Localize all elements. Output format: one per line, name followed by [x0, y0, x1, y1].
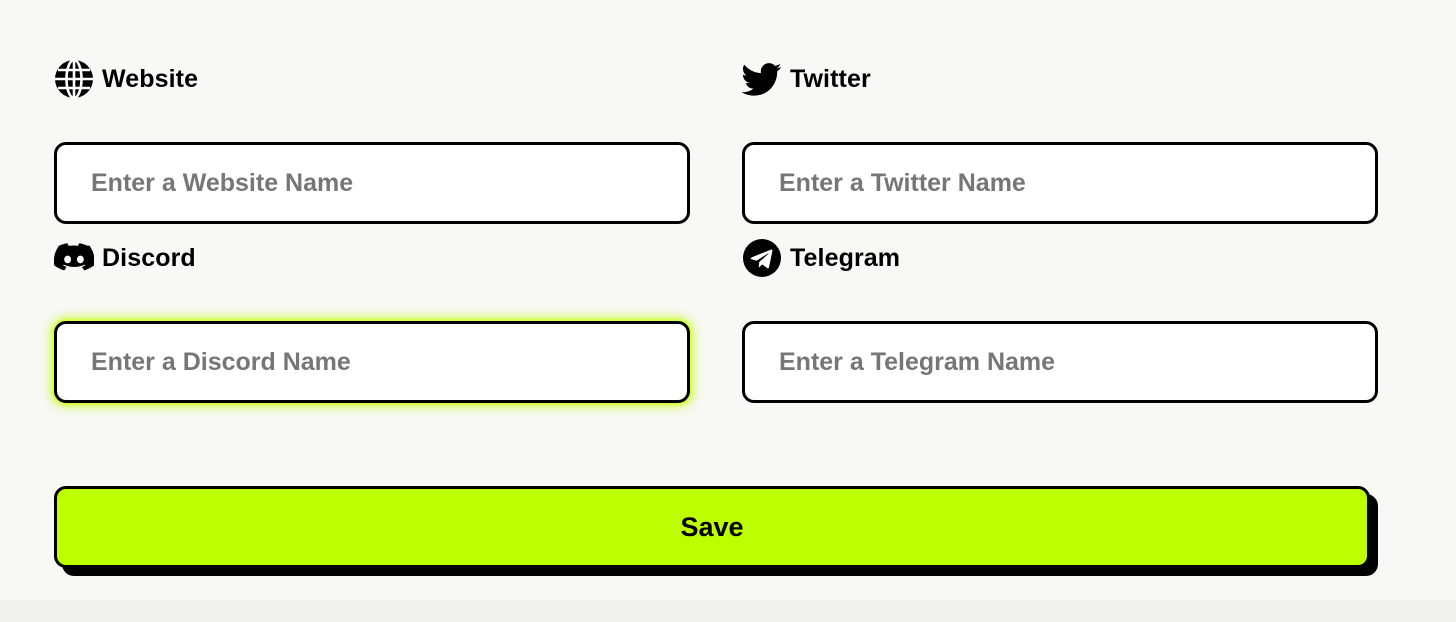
twitter-label: Twitter — [790, 64, 871, 93]
discord-label-row: Discord — [54, 237, 690, 279]
twitter-input-box[interactable] — [742, 142, 1378, 224]
discord-input[interactable] — [57, 324, 687, 400]
discord-field: Discord — [54, 237, 690, 403]
telegram-icon — [742, 238, 782, 278]
discord-input-box[interactable] — [54, 321, 690, 403]
website-input[interactable] — [57, 145, 687, 221]
website-label-row: Website — [54, 58, 690, 100]
website-input-box[interactable] — [54, 142, 690, 224]
twitter-field: Twitter — [742, 58, 1378, 224]
footer-strip — [0, 600, 1456, 622]
globe-icon — [54, 59, 94, 99]
save-button[interactable]: Save — [54, 486, 1370, 568]
twitter-label-row: Twitter — [742, 58, 1378, 100]
telegram-input-box[interactable] — [742, 321, 1378, 403]
discord-icon — [54, 238, 94, 278]
telegram-field: Telegram — [742, 237, 1378, 403]
telegram-input[interactable] — [745, 324, 1375, 400]
telegram-label: Telegram — [790, 243, 901, 272]
telegram-label-row: Telegram — [742, 237, 1378, 279]
website-field: Website — [54, 58, 690, 224]
twitter-bird-icon — [742, 59, 782, 99]
website-label: Website — [102, 64, 199, 93]
twitter-input[interactable] — [745, 145, 1375, 221]
discord-label: Discord — [102, 243, 196, 272]
